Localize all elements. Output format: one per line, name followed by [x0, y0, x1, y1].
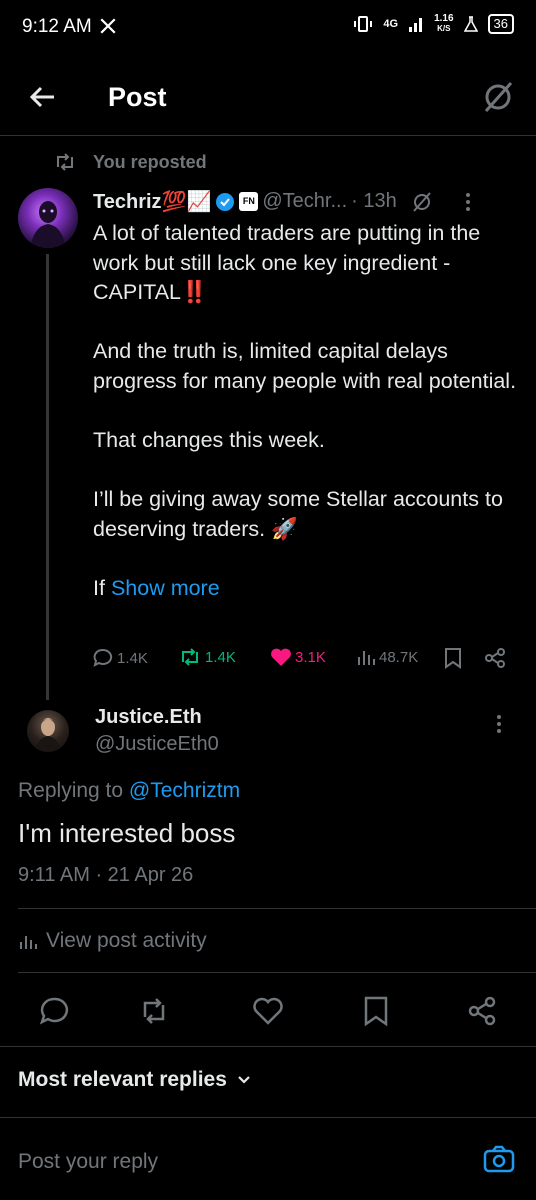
post-paragraph: I’ll be giving away some Stellar account…: [93, 487, 503, 541]
reply-author-avatar[interactable]: [27, 710, 69, 752]
grok-button[interactable]: [482, 80, 514, 114]
section-divider: [18, 908, 536, 909]
author-handle[interactable]: @Techr...: [262, 190, 347, 213]
reply-icon: [93, 648, 113, 667]
share-button[interactable]: [466, 995, 498, 1027]
reply-timestamp: 9:11 AM · 21 Apr 26: [18, 864, 194, 886]
sort-replies-label: Most relevant replies: [18, 1068, 227, 1091]
share-icon: [468, 996, 496, 1026]
author-name[interactable]: Techriz💯📈: [93, 189, 211, 214]
network-label: 4G: [383, 18, 399, 30]
replying-to: Replying to @Techriztm: [18, 779, 240, 803]
camera-icon: [483, 1145, 515, 1173]
like-button[interactable]: [252, 995, 284, 1027]
reply-author-handle[interactable]: @JusticeEth0: [95, 733, 219, 756]
more-options-icon[interactable]: [465, 192, 471, 212]
chevron-down-icon: [238, 1076, 250, 1084]
view-post-activity[interactable]: View post activity: [18, 929, 207, 953]
like-count: 3.1K: [295, 648, 326, 666]
repost-active-icon: [182, 648, 198, 666]
reply-text: I'm interested boss: [18, 818, 236, 848]
reply-button[interactable]: [38, 995, 70, 1027]
section-divider: [0, 1046, 536, 1047]
thread-connector: [46, 254, 49, 700]
show-more-link[interactable]: Show more: [111, 576, 220, 600]
net-speed-unit: K/S: [437, 24, 451, 33]
reply-input[interactable]: Post your reply: [18, 1150, 158, 1174]
view-count: 48.7K: [379, 648, 419, 666]
header-divider: [0, 135, 536, 136]
analytics-icon: [20, 936, 37, 949]
signal-icon: [408, 16, 424, 32]
heart-icon: [253, 997, 283, 1025]
bookmark-button[interactable]: [444, 647, 462, 669]
post-header: Techriz💯📈 FN @Techr... · 13h: [93, 189, 471, 214]
repost-count: 1.4K: [205, 648, 236, 666]
bookmark-icon: [445, 648, 461, 669]
post-body: A lot of talented traders are putting in…: [93, 219, 523, 604]
reply-count: 1.4K: [117, 649, 148, 667]
heart-filled-icon: [271, 648, 291, 666]
more-options-icon: [497, 715, 501, 733]
repost-icon: [143, 998, 165, 1024]
bookmark-button[interactable]: [360, 995, 392, 1027]
x-app-icon: [99, 17, 117, 35]
repost-icon: [54, 153, 76, 171]
reply-icon: [39, 997, 69, 1025]
status-bar: 9:12 AM 4G 1.16 K/S 36: [0, 0, 536, 56]
repost-label: You reposted: [93, 152, 207, 172]
flask-icon: [463, 16, 478, 32]
status-icons: 4G 1.16 K/S 36: [353, 14, 514, 34]
post-paragraph: And the truth is, limited capital delays…: [93, 339, 517, 393]
like-count-button[interactable]: 3.1K: [270, 647, 326, 667]
reply-more-options[interactable]: [496, 714, 502, 734]
battery-indicator: 36: [487, 14, 514, 34]
status-time: 9:12 AM: [22, 16, 92, 37]
post-paragraph: That changes this week.: [93, 428, 325, 453]
section-divider: [0, 1117, 536, 1118]
grok-small-icon[interactable]: [411, 191, 433, 213]
repost-count-button[interactable]: 1.4K: [178, 647, 236, 667]
share-icon: [485, 648, 505, 668]
views-button[interactable]: 48.7K: [356, 647, 418, 667]
author-avatar[interactable]: [18, 188, 78, 248]
reply-author-name[interactable]: Justice.Eth: [95, 706, 202, 729]
bookmark-icon: [364, 996, 388, 1027]
repost-button[interactable]: [138, 995, 170, 1027]
vibrate-icon: [353, 15, 373, 33]
view-post-activity-label: View post activity: [46, 929, 207, 952]
affiliate-badge: FN: [239, 192, 259, 211]
arrow-left-icon: [29, 86, 54, 108]
section-divider: [18, 972, 536, 973]
reply-count-button[interactable]: 1.4K: [92, 647, 148, 669]
post-actions: 1.4K 1.4K 3.1K 48.7K: [92, 647, 512, 673]
back-button[interactable]: [28, 82, 58, 112]
replying-to-label: Replying to: [18, 779, 124, 802]
net-speed: 1.16: [434, 13, 454, 24]
replying-to-handle[interactable]: @Techriztm: [129, 779, 240, 802]
truncated-text: If: [93, 576, 105, 601]
grok-icon: [484, 82, 513, 112]
page-title: Post: [108, 82, 167, 112]
sort-replies-dropdown[interactable]: Most relevant replies: [18, 1068, 251, 1092]
verified-badge-icon: [215, 192, 235, 212]
post-time: · 13h: [351, 190, 397, 212]
views-icon: [358, 651, 375, 665]
post-paragraph: A lot of talented traders are putting in…: [93, 221, 481, 305]
camera-button[interactable]: [483, 1145, 515, 1173]
share-button[interactable]: [484, 647, 506, 669]
